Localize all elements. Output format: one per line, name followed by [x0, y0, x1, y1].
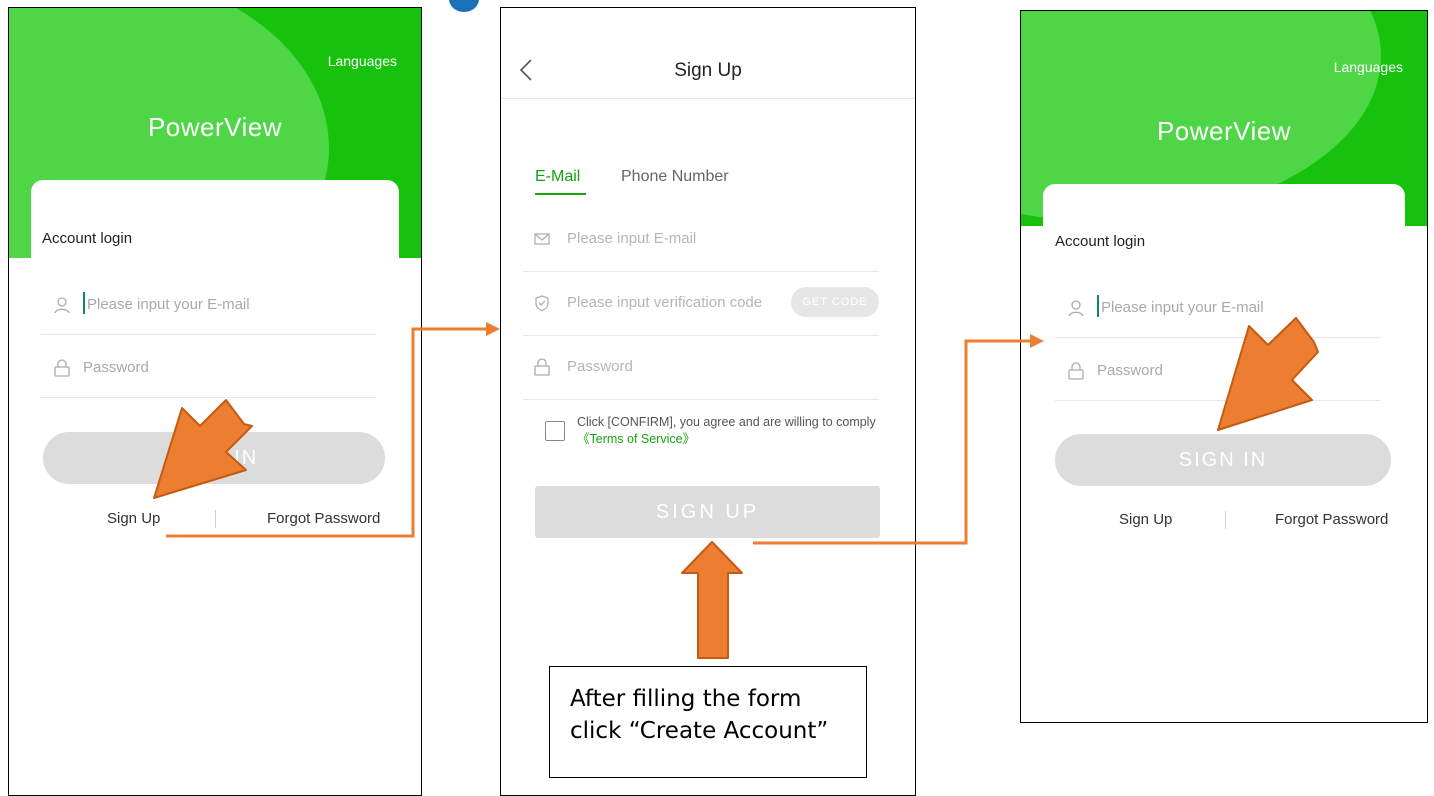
password-placeholder: Password: [567, 358, 633, 375]
active-tab-indicator: [535, 193, 586, 195]
lock-icon: [534, 358, 550, 376]
password-field[interactable]: Password: [523, 336, 879, 400]
tab-phone-number[interactable]: Phone Number: [621, 168, 729, 186]
email-field[interactable]: Please input your E-mail: [1055, 281, 1380, 338]
link-separator: [215, 510, 216, 528]
terms-text: Click [CONFIRM], you agree and are willi…: [577, 414, 877, 448]
password-field[interactable]: Password: [1055, 344, 1380, 401]
sign-up-button[interactable]: SIGN UP: [535, 486, 880, 538]
header-divider: [501, 98, 915, 99]
sign-up-link[interactable]: Sign Up: [107, 510, 160, 527]
sign-up-link[interactable]: Sign Up: [1119, 511, 1172, 528]
password-field[interactable]: Password: [41, 341, 376, 398]
user-icon: [54, 297, 70, 314]
email-placeholder: Please input E-mail: [567, 230, 697, 247]
password-placeholder: Password: [1097, 362, 1163, 379]
tab-email[interactable]: E-Mail: [535, 168, 580, 186]
account-login-heading: Account login: [1055, 233, 1146, 250]
verification-code-placeholder: Please input verification code: [567, 294, 763, 311]
terms-checkbox[interactable]: [545, 421, 565, 441]
email-field[interactable]: Please input your E-mail: [41, 278, 376, 335]
forgot-password-link[interactable]: Forgot Password: [1275, 511, 1388, 528]
sign-in-button[interactable]: SIGN IN: [1055, 434, 1391, 486]
login-screen-left: Languages PowerView Account login Please…: [8, 7, 422, 796]
brand-logo: PowerView: [147, 112, 283, 142]
sign-in-button[interactable]: SIGN IN: [43, 432, 385, 484]
link-separator: [1225, 511, 1226, 529]
text-caret: [83, 292, 85, 314]
terms-prefix: Click [CONFIRM], you agree and are willi…: [577, 415, 876, 429]
terms-of-service-link[interactable]: 《Terms of Service》: [577, 432, 695, 446]
languages-link[interactable]: Languages: [1334, 59, 1403, 75]
lock-icon: [54, 359, 70, 377]
instruction-callout: After filling the form click “Create Acc…: [549, 666, 867, 778]
brand-logo: PowerView: [1156, 116, 1292, 146]
verification-code-field[interactable]: Please input verification code GET CODE: [523, 272, 879, 336]
email-placeholder: Please input your E-mail: [1101, 299, 1264, 316]
login-card: [31, 180, 399, 795]
email-placeholder: Please input your E-mail: [87, 296, 250, 313]
get-code-button[interactable]: GET CODE: [791, 287, 879, 317]
envelope-icon: [534, 233, 550, 245]
top-edge-marker: [449, 0, 479, 12]
page-title: Sign Up: [674, 60, 742, 81]
account-login-heading: Account login: [42, 230, 133, 247]
login-screen-right: Languages PowerView Account login Please…: [1020, 10, 1428, 723]
text-caret: [1097, 295, 1099, 317]
shield-check-icon: [535, 295, 549, 312]
password-placeholder: Password: [83, 359, 149, 376]
lock-icon: [1068, 362, 1084, 380]
user-icon: [1068, 300, 1084, 317]
email-field[interactable]: Please input E-mail: [523, 208, 879, 272]
connector-head-1: [486, 322, 500, 336]
languages-link[interactable]: Languages: [328, 53, 397, 69]
forgot-password-link[interactable]: Forgot Password: [267, 510, 380, 527]
